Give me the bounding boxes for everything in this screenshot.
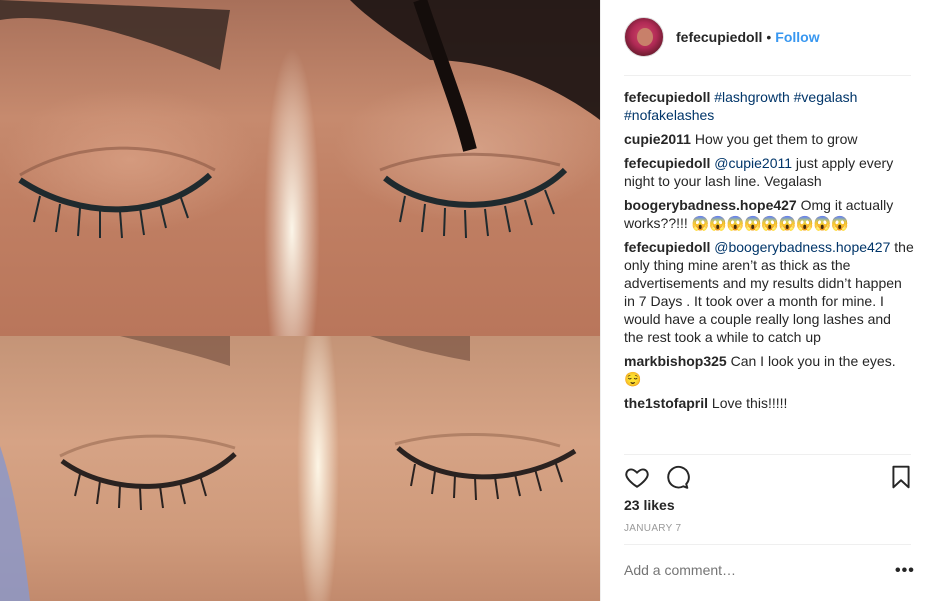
comment-tag-link[interactable]: #lashgrowth — [714, 89, 790, 105]
comment-item: boogerybadness.hope427 Omg it actually w… — [624, 196, 914, 232]
eyes-bottom-illustration — [0, 336, 577, 601]
comment-tag-link[interactable]: @cupie2011 — [714, 155, 792, 171]
comments-list: fefecupiedoll #lashgrowth #vegalash #nof… — [624, 88, 914, 418]
comment-item: cupie2011 How you get them to grow — [624, 130, 914, 148]
comment-text: Love this!!!!! — [711, 395, 788, 411]
separator-dot: • — [766, 29, 772, 45]
footer-divider — [624, 544, 911, 545]
post-date: JANUARY 7 — [624, 523, 682, 534]
comment-tag-link[interactable]: #nofakelashes — [624, 107, 714, 123]
comment-tag-link[interactable]: @boogerybadness.hope427 — [714, 239, 890, 255]
comment-username[interactable]: boogerybadness.hope427 — [624, 197, 797, 213]
post-header: fefecupiedoll • Follow — [624, 16, 820, 58]
photo-top-half — [0, 0, 600, 336]
photo-bottom-half — [0, 336, 600, 601]
action-bar — [624, 464, 914, 490]
comment-item: fefecupiedoll @cupie2011 just apply ever… — [624, 154, 914, 190]
more-options-icon[interactable]: ••• — [895, 562, 915, 580]
heart-icon[interactable] — [624, 464, 650, 490]
username-link[interactable]: fefecupiedoll — [676, 29, 762, 45]
avatar[interactable] — [624, 17, 664, 57]
comment-username[interactable]: fefecupiedoll — [624, 155, 710, 171]
comment-icon[interactable] — [664, 464, 690, 490]
follow-button[interactable]: Follow — [775, 29, 819, 45]
add-comment-input[interactable] — [624, 562, 864, 578]
likes-count[interactable]: 23 likes — [624, 497, 675, 513]
comment-item: fefecupiedoll @boogerybadness.hope427 th… — [624, 238, 914, 346]
comment-text: How you get them to grow — [694, 131, 858, 147]
comments-divider — [624, 454, 911, 455]
eyes-top-illustration — [0, 0, 600, 239]
comment-tag-link[interactable]: #vegalash — [794, 89, 858, 105]
comment-username[interactable]: markbishop325 — [624, 353, 727, 369]
header-divider — [624, 75, 911, 76]
comment-item: markbishop325 Can I look you in the eyes… — [624, 352, 914, 388]
bookmark-icon[interactable] — [888, 464, 914, 490]
post-photo[interactable] — [0, 0, 600, 601]
comment-username[interactable]: the1stofapril — [624, 395, 708, 411]
comment-username[interactable]: fefecupiedoll — [624, 89, 710, 105]
comment-username[interactable]: fefecupiedoll — [624, 239, 710, 255]
comment-username[interactable]: cupie2011 — [624, 131, 691, 147]
comment-item: fefecupiedoll #lashgrowth #vegalash #nof… — [624, 88, 914, 124]
comment-item: the1stofapril Love this!!!!! — [624, 394, 914, 412]
